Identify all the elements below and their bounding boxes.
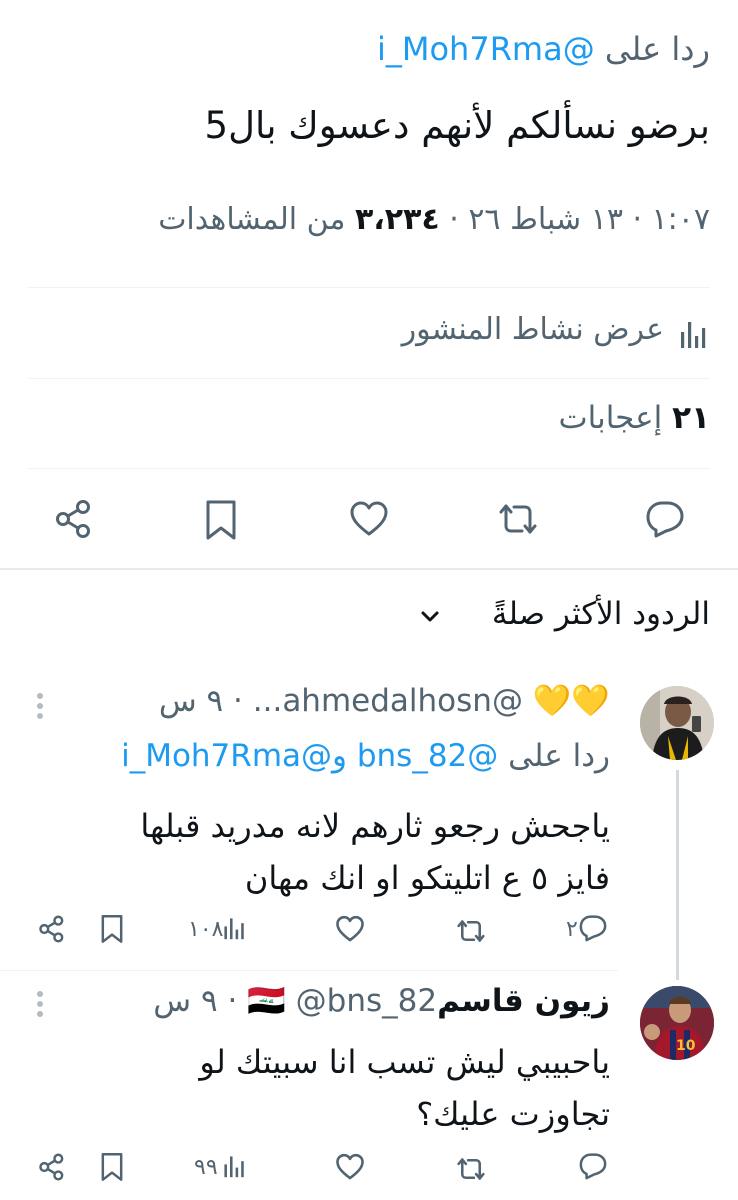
more-options-icon[interactable] <box>36 692 44 720</box>
heart-icon[interactable] <box>335 915 365 943</box>
reply-icon[interactable] <box>644 499 686 539</box>
divider <box>28 287 710 288</box>
more-options-icon[interactable] <box>36 990 44 1018</box>
analytics-icon[interactable] <box>222 914 246 942</box>
share-icon[interactable] <box>54 498 94 540</box>
views-label: من المشاهدات <box>158 202 346 237</box>
share-icon[interactable] <box>38 914 66 944</box>
reply-to-join: و <box>332 738 347 774</box>
reply-text-line: ياحبيبي ليش تسب انا سبيتك لو <box>199 1043 610 1081</box>
reply-text-line: فايز ٥ ع اتليتكو او انك مهان <box>244 859 610 897</box>
likes-label: إعجابات <box>558 400 663 436</box>
handle[interactable]: @bns_82 <box>296 983 437 1019</box>
replies-sort-dropdown[interactable]: الردود الأكثر صلةً <box>492 596 710 632</box>
bookmark-icon[interactable] <box>204 499 238 541</box>
post-activity-row[interactable]: عرض نشاط المنشور <box>28 312 710 356</box>
views-count: ٣،٢٣٤ <box>355 202 440 237</box>
display-name[interactable]: زيون قاسم <box>437 983 610 1019</box>
reply-prefix: ردا على <box>604 30 710 68</box>
reply-text-line: ياجحش رجعو ثارهم لانه مدريد قبلها <box>140 807 610 845</box>
views-count: ١٠٨ <box>188 917 224 942</box>
retweet-icon[interactable] <box>455 918 487 944</box>
tweet-timestamp[interactable]: ١:٠٧ · ١٣ شباط ٢٦ · <box>449 202 710 237</box>
reply-header: زيون قاسم 🇮🇶 @bns_82 · ٩ س <box>153 982 610 1019</box>
chevron-down-icon[interactable] <box>420 610 440 624</box>
section-divider <box>0 568 738 570</box>
reply-count: ٢ <box>566 917 578 942</box>
likes-row[interactable]: ٢١ إعجابات <box>558 400 710 436</box>
tweet-text: برضو نسألكم لأنهم دعسوك بال5 <box>204 104 710 147</box>
timestamp[interactable]: · ٩ س <box>159 683 243 719</box>
post-activity-label: عرض نشاط المنشور <box>401 312 664 347</box>
reply-to-link[interactable]: @i_Moh7Rma <box>377 30 595 68</box>
thread-line <box>676 770 679 980</box>
display-name[interactable]: 💛💛 <box>533 683 610 719</box>
likes-count: ٢١ <box>672 400 710 436</box>
reply-to-line: ردا على @bns_82 و@i_Moh7Rma <box>121 738 610 774</box>
bookmark-icon[interactable] <box>100 914 124 944</box>
replies-sort-label: الردود الأكثر صلةً <box>491 596 710 632</box>
reply-text-line: تجاوزت عليك؟ <box>416 1095 610 1133</box>
svg-text:10: 10 <box>676 1038 696 1054</box>
divider <box>28 378 710 379</box>
views-count: ٩٩ <box>194 1155 218 1180</box>
heart-icon[interactable] <box>349 500 389 538</box>
reply-text: ياحبيبي ليش تسب انا سبيتك لو تجاوزت عليك… <box>199 1036 610 1140</box>
tweet-meta: ١:٠٧ · ١٣ شباط ٢٦ · ٣،٢٣٤ من المشاهدات <box>158 202 710 237</box>
timestamp[interactable]: · ٩ س <box>153 983 237 1019</box>
divider <box>28 468 710 469</box>
reply-to-link[interactable]: @i_Moh7Rma <box>121 738 332 774</box>
retweet-icon[interactable] <box>496 502 540 536</box>
divider <box>0 970 618 971</box>
analytics-icon <box>678 318 708 350</box>
handle[interactable]: @ahmedalhosn... <box>253 683 523 719</box>
avatar[interactable] <box>640 686 714 760</box>
reply-icon[interactable] <box>578 1151 608 1181</box>
reply-to-link[interactable]: @bns_82 <box>357 738 498 774</box>
reply-header: 💛💛 @ahmedalhosn... · ٩ س <box>159 682 610 719</box>
avatar[interactable]: 10 <box>640 986 714 1060</box>
reply-to-line: ردا على @i_Moh7Rma <box>377 30 710 68</box>
analytics-icon[interactable] <box>222 1152 246 1180</box>
share-icon[interactable] <box>38 1152 66 1182</box>
flag-icon: 🇮🇶 <box>247 983 286 1019</box>
reply-text: ياجحش رجعو ثارهم لانه مدريد قبلها فايز ٥… <box>140 800 610 904</box>
heart-icon[interactable] <box>335 1153 365 1181</box>
retweet-icon[interactable] <box>455 1156 487 1182</box>
reply-icon[interactable] <box>578 913 608 943</box>
bookmark-icon[interactable] <box>100 1152 124 1182</box>
reply-prefix: ردا على <box>508 738 610 774</box>
